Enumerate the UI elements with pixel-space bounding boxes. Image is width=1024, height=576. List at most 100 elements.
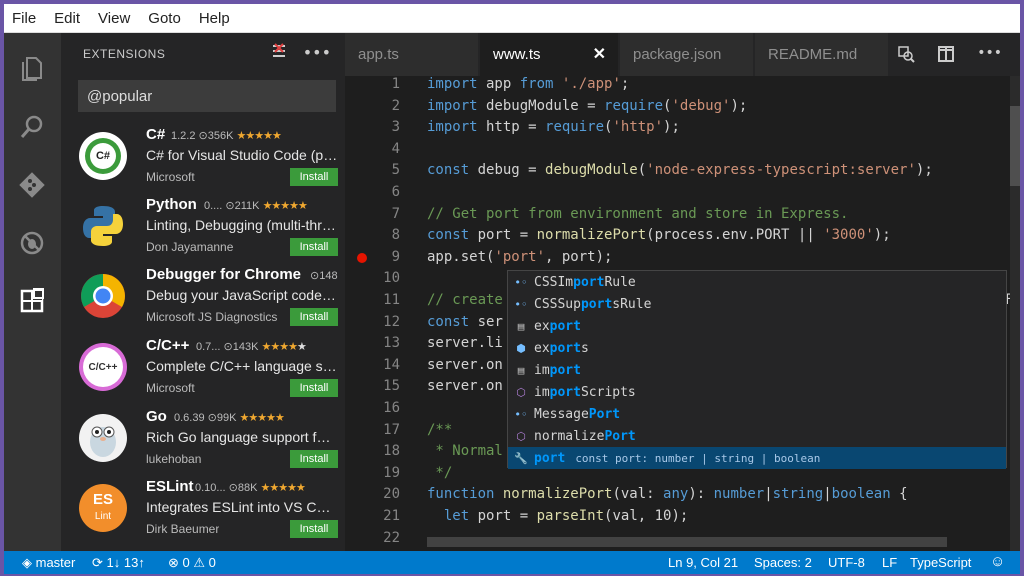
sync-status[interactable]: ⟳ 1↓ 13↑ bbox=[92, 555, 145, 571]
eol-status[interactable]: LF bbox=[882, 555, 897, 570]
code-line[interactable]: import app from './app'; bbox=[427, 76, 629, 92]
code-line[interactable]: const debug = debugModule('node-express-… bbox=[427, 162, 933, 178]
extension-logo-icon bbox=[79, 414, 127, 462]
extension-name: ESLint bbox=[146, 478, 194, 495]
code-line[interactable]: let port = parseInt(val, 10); bbox=[427, 508, 688, 524]
suggestion-item[interactable]: •◦ MessagePort bbox=[508, 403, 1006, 425]
indentation-status[interactable]: Spaces: 2 bbox=[754, 555, 812, 570]
extension-version: 0.7... bbox=[196, 341, 221, 353]
code-editor[interactable]: 1 import app from './app'; 2 import debugMo… bbox=[345, 76, 1020, 551]
branch-status[interactable]: ◈ master bbox=[22, 555, 75, 571]
code-line[interactable]: server.on bbox=[427, 357, 503, 373]
code-line[interactable]: // create bbox=[427, 292, 503, 308]
code-line[interactable]: */ bbox=[427, 465, 452, 481]
menu-file[interactable]: File bbox=[12, 10, 36, 27]
code-line[interactable]: const port = normalizePort(process.env.P… bbox=[427, 227, 891, 243]
rating-stars: ★★★★★ bbox=[239, 412, 285, 424]
code-line[interactable]: import debugModule = require('debug'); bbox=[427, 98, 747, 114]
files-icon[interactable] bbox=[18, 55, 46, 83]
error-count: 0 bbox=[182, 555, 190, 570]
tab-readme-md[interactable]: README.md bbox=[755, 33, 888, 76]
extensions-search-input[interactable] bbox=[78, 80, 336, 112]
extension-logo-icon: C# bbox=[79, 132, 127, 180]
suggestion-item[interactable]: ▤ export bbox=[508, 315, 1006, 337]
encoding-status[interactable]: UTF-8 bbox=[828, 555, 865, 570]
code-line[interactable]: const ser bbox=[427, 314, 503, 330]
suggest-widget: •◦ CSSImportRule •◦ CSSSupportsRule ▤ export ⬢… bbox=[507, 270, 1007, 469]
suggestion-item[interactable]: ⬡ normalizePort bbox=[508, 425, 1006, 447]
suggestion-item[interactable]: •◦ CSSImportRule bbox=[508, 271, 1006, 293]
tab-app-ts[interactable]: app.ts bbox=[345, 33, 478, 76]
more-icon[interactable]: ••• bbox=[303, 43, 331, 64]
tab-package-json[interactable]: package.json bbox=[620, 33, 753, 76]
open-changes-icon[interactable] bbox=[897, 45, 915, 67]
more-actions-icon[interactable]: ••• bbox=[977, 45, 1002, 67]
extension-meta: 0.6.39 ⊙99K ★★★★★ bbox=[174, 411, 285, 424]
extension-name: C# bbox=[146, 126, 166, 143]
menu-goto[interactable]: Goto bbox=[148, 10, 181, 27]
git-icon[interactable] bbox=[18, 171, 46, 199]
install-button[interactable]: Install bbox=[290, 520, 338, 538]
suggestion-label: exports bbox=[534, 340, 589, 356]
tab-label: www.ts bbox=[493, 46, 541, 63]
editor-tabs: app.ts www.ts ✕ package.json README.md ••… bbox=[345, 33, 1020, 76]
code-line[interactable]: /** bbox=[427, 422, 452, 438]
install-button[interactable]: Install bbox=[290, 450, 338, 468]
line-number: 18 bbox=[383, 443, 400, 460]
code-line[interactable]: server.on bbox=[427, 378, 503, 394]
smiley-icon[interactable]: ☺ bbox=[990, 553, 1005, 570]
extension-downloads: 88K bbox=[237, 482, 258, 494]
menu-help[interactable]: Help bbox=[199, 10, 230, 27]
extension-item[interactable]: Go 0.6.39 ⊙99K ★★★★★ Rich Go language supp… bbox=[61, 404, 345, 474]
extension-meta: ⊙148 bbox=[310, 269, 338, 282]
suggestion-item[interactable]: •◦ CSSSupportsRule bbox=[508, 293, 1006, 315]
search-icon[interactable] bbox=[18, 113, 46, 141]
extension-publisher: Don Jayamanne bbox=[146, 240, 234, 254]
extension-item[interactable]: Python 0.... ⊙211K ★★★★★ Linting, Debuggin… bbox=[61, 192, 345, 262]
extension-item[interactable]: ES Lint ESLint 0.10... ⊙88K ★★★★★ Integrates… bbox=[61, 474, 345, 544]
scroll-thumb[interactable] bbox=[1010, 106, 1020, 186]
split-icon[interactable] bbox=[937, 45, 955, 67]
code-line[interactable]: server.li bbox=[427, 335, 503, 351]
code-line[interactable]: app.set('port', port); bbox=[427, 249, 612, 265]
debug-icon[interactable] bbox=[18, 229, 46, 257]
language-status[interactable]: TypeScript bbox=[910, 555, 971, 570]
code-line[interactable]: import http = require('http'); bbox=[427, 119, 680, 135]
suggestion-label: export bbox=[534, 318, 581, 334]
vertical-scrollbar[interactable] bbox=[1010, 76, 1020, 551]
clear-icon[interactable] bbox=[271, 43, 287, 64]
extension-item[interactable]: C# C# 1.2.2 ⊙356K ★★★★★ C# for Visual Studi… bbox=[61, 122, 345, 192]
problems-status[interactable]: ⊗ 0 ⚠ 0 bbox=[168, 555, 216, 571]
tab-label: README.md bbox=[768, 46, 858, 63]
menu-edit[interactable]: Edit bbox=[54, 10, 80, 27]
install-button[interactable]: Install bbox=[290, 379, 338, 397]
git-branch-icon: ◈ bbox=[22, 555, 32, 570]
suggestion-item[interactable]: ▤ import bbox=[508, 359, 1006, 381]
method-icon: ⬡ bbox=[516, 385, 526, 399]
code-line[interactable]: function normalizePort(val: any): number… bbox=[427, 486, 908, 502]
extensions-icon[interactable] bbox=[18, 287, 46, 315]
close-icon[interactable]: ✕ bbox=[593, 44, 606, 64]
tab-label: app.ts bbox=[358, 46, 399, 63]
horizontal-scrollbar[interactable] bbox=[427, 537, 947, 547]
install-button[interactable]: Install bbox=[290, 308, 338, 326]
install-button[interactable]: Install bbox=[290, 168, 338, 186]
code-line[interactable]: * Normal bbox=[427, 443, 502, 459]
code-line[interactable]: // Get port from environment and store i… bbox=[427, 206, 848, 222]
tab-www-ts[interactable]: www.ts ✕ bbox=[480, 33, 618, 76]
cursor-position[interactable]: Ln 9, Col 21 bbox=[668, 555, 738, 570]
suggestion-item[interactable]: ⬡ importScripts bbox=[508, 381, 1006, 403]
suggestion-detail: const port: number | string | boolean bbox=[575, 451, 821, 465]
extension-logo-icon bbox=[79, 202, 127, 250]
extension-item[interactable]: C/C++ C/C++ 0.7... ⊙143K ★★★★★ Complete C/C… bbox=[61, 333, 345, 403]
status-bar: ◈ master ⟳ 1↓ 13↑ ⊗ 0 ⚠ 0 Ln 9, Col 21 S… bbox=[4, 551, 1020, 574]
keyword-icon: ▤ bbox=[517, 363, 525, 377]
install-button[interactable]: Install bbox=[290, 238, 338, 256]
warning-icon: ⚠ bbox=[193, 555, 206, 570]
line-number: 5 bbox=[391, 162, 400, 179]
extension-item[interactable]: Debugger for Chrome ⊙148 Debug your JavaS… bbox=[61, 262, 345, 332]
menu-view[interactable]: View bbox=[98, 10, 130, 27]
suggestion-item[interactable]: 🔧 port const port: number | string | boole… bbox=[508, 447, 1006, 469]
line-number: 1 bbox=[391, 76, 400, 92]
suggestion-item[interactable]: ⬢ exports bbox=[508, 337, 1006, 359]
